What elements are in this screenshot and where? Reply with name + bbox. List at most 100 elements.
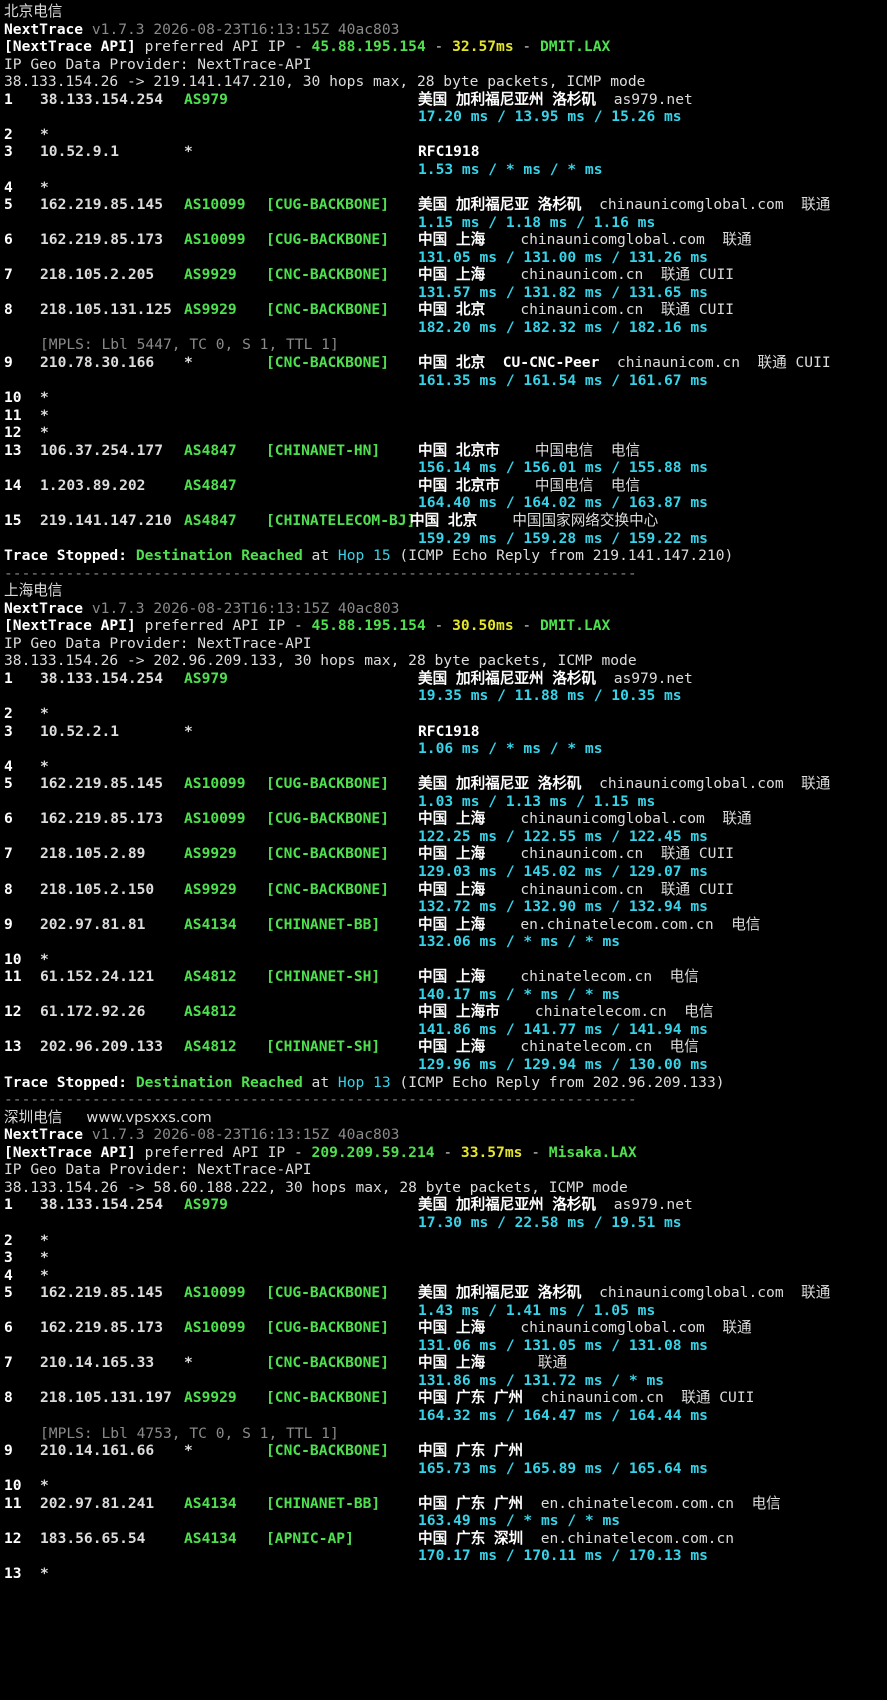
hop-ip[interactable]: 210.14.165.33 <box>40 1353 154 1372</box>
hop-ip[interactable]: 162.219.85.145 <box>40 1283 163 1302</box>
geo-provider-text: IP Geo Data Provider: NextTrace-API <box>4 1161 312 1179</box>
hop-number: 10 <box>4 389 22 407</box>
api-prefix: [NextTrace API] <box>4 617 136 635</box>
hop-ip[interactable]: 61.152.24.121 <box>40 967 154 986</box>
hop-geo: 中国 上海市 chinatelecom.cn 电信 <box>418 1002 713 1021</box>
hop-ip[interactable]: 1.203.89.202 <box>40 476 145 495</box>
hop-location: 美国 加利福尼亚州 洛杉矶 <box>418 669 597 687</box>
terminal-window[interactable]: 北京电信 NextTrace v1.7.3 2026-08-23T16:13:15… <box>0 0 887 1700</box>
hop-ip[interactable]: 10.52.2.1 <box>40 722 119 741</box>
hop-domain: chinatelecom.cn 电信 <box>502 1038 699 1056</box>
hop-ip[interactable]: 38.133.154.254 <box>40 669 163 688</box>
stop-hop: Hop 15 <box>337 547 391 565</box>
route-text: 38.133.154.26 -> 219.141.147.210, 30 hop… <box>4 73 646 91</box>
timeout-star: * <box>40 1249 49 1267</box>
timeout-star: * <box>40 424 49 442</box>
hop-asn: AS9929 <box>184 301 237 319</box>
hop-asn: AS9929 <box>184 266 237 284</box>
hop-ip[interactable]: 162.219.85.145 <box>40 195 163 214</box>
hop-number: 2 <box>4 705 13 722</box>
hop-number: 8 <box>4 880 13 898</box>
hop-location: 中国 北京 <box>410 511 478 529</box>
hop-geo: 美国 加利福尼亚州 洛杉矶 as979.net <box>418 1195 693 1214</box>
hop-ip[interactable]: 38.133.154.254 <box>40 1195 163 1214</box>
hop-latency: 131.86 ms / 131.72 ms / * ms <box>418 1371 665 1389</box>
hop-ip[interactable]: 210.78.30.166 <box>40 353 154 372</box>
hop-number: 4 <box>4 757 13 775</box>
hop-latency: 129.03 ms / 145.02 ms / 129.07 ms <box>418 862 708 880</box>
hop-ip[interactable]: 218.105.131.197 <box>40 1388 172 1407</box>
hop-geo: 中国 上海 chinaunicom.cn 联通 CUII <box>418 880 734 899</box>
section-title-text: 上海电信 <box>4 582 63 600</box>
hop-ip[interactable]: 106.37.254.177 <box>40 441 163 460</box>
hop-ip[interactable]: 202.97.81.241 <box>40 1494 154 1513</box>
section-title: 深圳电信 www.vpsxxs.com <box>4 1108 212 1127</box>
hop-number: 12 <box>4 1529 22 1547</box>
hop-latency: 19.35 ms / 11.88 ms / 10.35 ms <box>418 687 682 705</box>
trace-stopped-line: Trace Stopped: Destination Reached at Ho… <box>4 546 733 565</box>
hop-tag: [CHINANET-SH] <box>266 1038 381 1056</box>
hop-location: RFC1918 <box>418 722 480 740</box>
hop-ip[interactable]: 218.105.131.125 <box>40 300 172 319</box>
geo-provider-line: IP Geo Data Provider: NextTrace-API <box>4 1160 312 1179</box>
hop-geo: 中国 上海 chinatelecom.cn 电信 <box>418 967 699 986</box>
geo-provider-line: IP Geo Data Provider: NextTrace-API <box>4 634 312 653</box>
hop-tag: [CNC-BACKBONE] <box>266 845 390 863</box>
hop-asn: AS979 <box>184 90 228 108</box>
hop-ip[interactable]: 218.105.2.89 <box>40 844 145 863</box>
hop-location: 中国 上海 <box>418 231 486 249</box>
hop-location: 中国 广东 广州 <box>418 1494 524 1512</box>
stop-at: at <box>302 547 338 565</box>
api-prefix: [NextTrace API] <box>4 38 136 56</box>
timeout-star: * <box>40 1564 49 1582</box>
hop-tag: [CNC-BACKBONE] <box>266 880 390 898</box>
hop-ip[interactable]: 202.96.209.133 <box>40 1037 163 1056</box>
hop-number: 15 <box>4 511 22 529</box>
hop-ip[interactable]: 10.52.9.1 <box>40 142 119 161</box>
trace-stopped-line: Trace Stopped: Destination Reached at Ho… <box>4 1073 725 1092</box>
hop-geo: 中国 上海 联通 <box>418 1353 567 1372</box>
hop-ip[interactable]: 162.219.85.173 <box>40 230 163 249</box>
hop-latency: 140.17 ms / * ms / * ms <box>418 985 621 1003</box>
route-line: 38.133.154.26 -> 219.141.147.210, 30 hop… <box>4 72 645 91</box>
hop-latency: 1.43 ms / 1.41 ms / 1.05 ms <box>418 1301 656 1319</box>
hop-domain: en.chinatelecom.com.cn 电信 <box>540 1494 781 1512</box>
hop-ip[interactable]: 218.105.2.205 <box>40 265 154 284</box>
route-text: 38.133.154.26 -> 58.60.188.222, 30 hops … <box>4 1178 628 1196</box>
hop-latency: 1.15 ms / 1.18 ms / 1.16 ms <box>418 213 656 231</box>
hop-location: 美国 加利福尼亚 洛杉矶 <box>418 775 582 793</box>
hop-ip[interactable]: 38.133.154.254 <box>40 90 163 109</box>
api-text: preferred API IP - <box>135 38 312 56</box>
hop-ip[interactable]: 218.105.2.150 <box>40 880 154 899</box>
api-prefix: [NextTrace API] <box>4 1143 136 1161</box>
hop-geo: 中国 北京市 中国电信 电信 <box>418 476 640 495</box>
hop-domain: chinaunicomglobal.com 联通 <box>599 196 831 214</box>
hop-location: 中国 上海 <box>418 880 486 898</box>
hop-ip[interactable]: 210.14.161.66 <box>40 1441 154 1460</box>
hop-ip[interactable]: 219.141.147.210 <box>40 511 172 530</box>
hop-location: 中国 上海 <box>418 968 486 986</box>
timeout-star: * <box>40 125 49 143</box>
hop-domain: chinaunicomglobal.com 联通 <box>599 1284 831 1302</box>
hop-ip[interactable]: 183.56.65.54 <box>40 1529 145 1548</box>
section-title-text: 北京电信 <box>4 3 63 20</box>
hop-ip[interactable]: 162.219.85.145 <box>40 774 163 793</box>
hop-ip[interactable]: 61.172.92.26 <box>40 1002 145 1021</box>
version-text: v1.7.3 2026-08-23T16:13:15Z 40ac803 <box>91 1126 400 1144</box>
stop-label: Trace Stopped: <box>4 547 128 565</box>
hop-domain: chinatelecom.cn 电信 <box>502 968 699 986</box>
hop-geo: 美国 加利福尼亚 洛杉矶 chinaunicomglobal.com 联通 <box>418 774 830 793</box>
stop-from: (ICMP Echo Reply from 202.96.209.133) <box>399 1073 725 1091</box>
hop-latency: 164.40 ms / 164.02 ms / 163.87 ms <box>418 494 708 512</box>
hop-number: 10 <box>4 950 22 968</box>
hop-number: 1 <box>4 1196 13 1214</box>
hop-ip[interactable]: 162.219.85.173 <box>40 1318 163 1337</box>
hop-location: 中国 北京 CU-CNC-Peer <box>418 354 600 371</box>
hop-latency: 1.53 ms / * ms / * ms <box>418 160 603 178</box>
hop-domain: as979.net <box>613 1196 693 1214</box>
hop-ip[interactable]: 202.97.81.81 <box>40 915 145 934</box>
hop-domain: chinaunicomglobal.com 联通 <box>502 1319 752 1337</box>
hop-latency: 132.72 ms / 132.90 ms / 132.94 ms <box>418 898 708 916</box>
hop-tag: [CHINATELECOM-BJ] <box>266 511 416 529</box>
hop-ip[interactable]: 162.219.85.173 <box>40 809 163 828</box>
